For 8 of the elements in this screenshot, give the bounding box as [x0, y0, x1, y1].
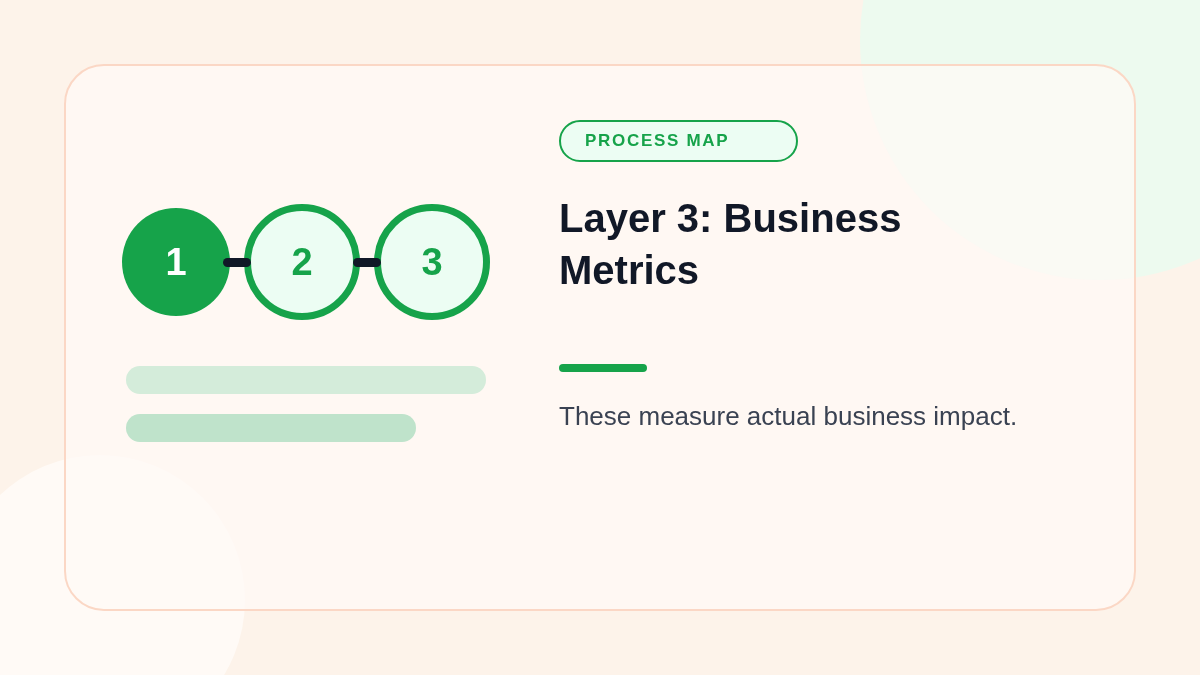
step-marker: 1: [122, 208, 230, 316]
section-badge: PROCESS MAP: [559, 120, 798, 162]
step-marker: 2: [244, 204, 360, 320]
description-text: These measure actual business impact.: [559, 400, 1018, 433]
step-connector: [223, 257, 251, 267]
step-connector: [353, 257, 381, 267]
step-marker: 3: [374, 204, 490, 320]
slide-title: Layer 3: Business Metrics: [559, 195, 903, 294]
